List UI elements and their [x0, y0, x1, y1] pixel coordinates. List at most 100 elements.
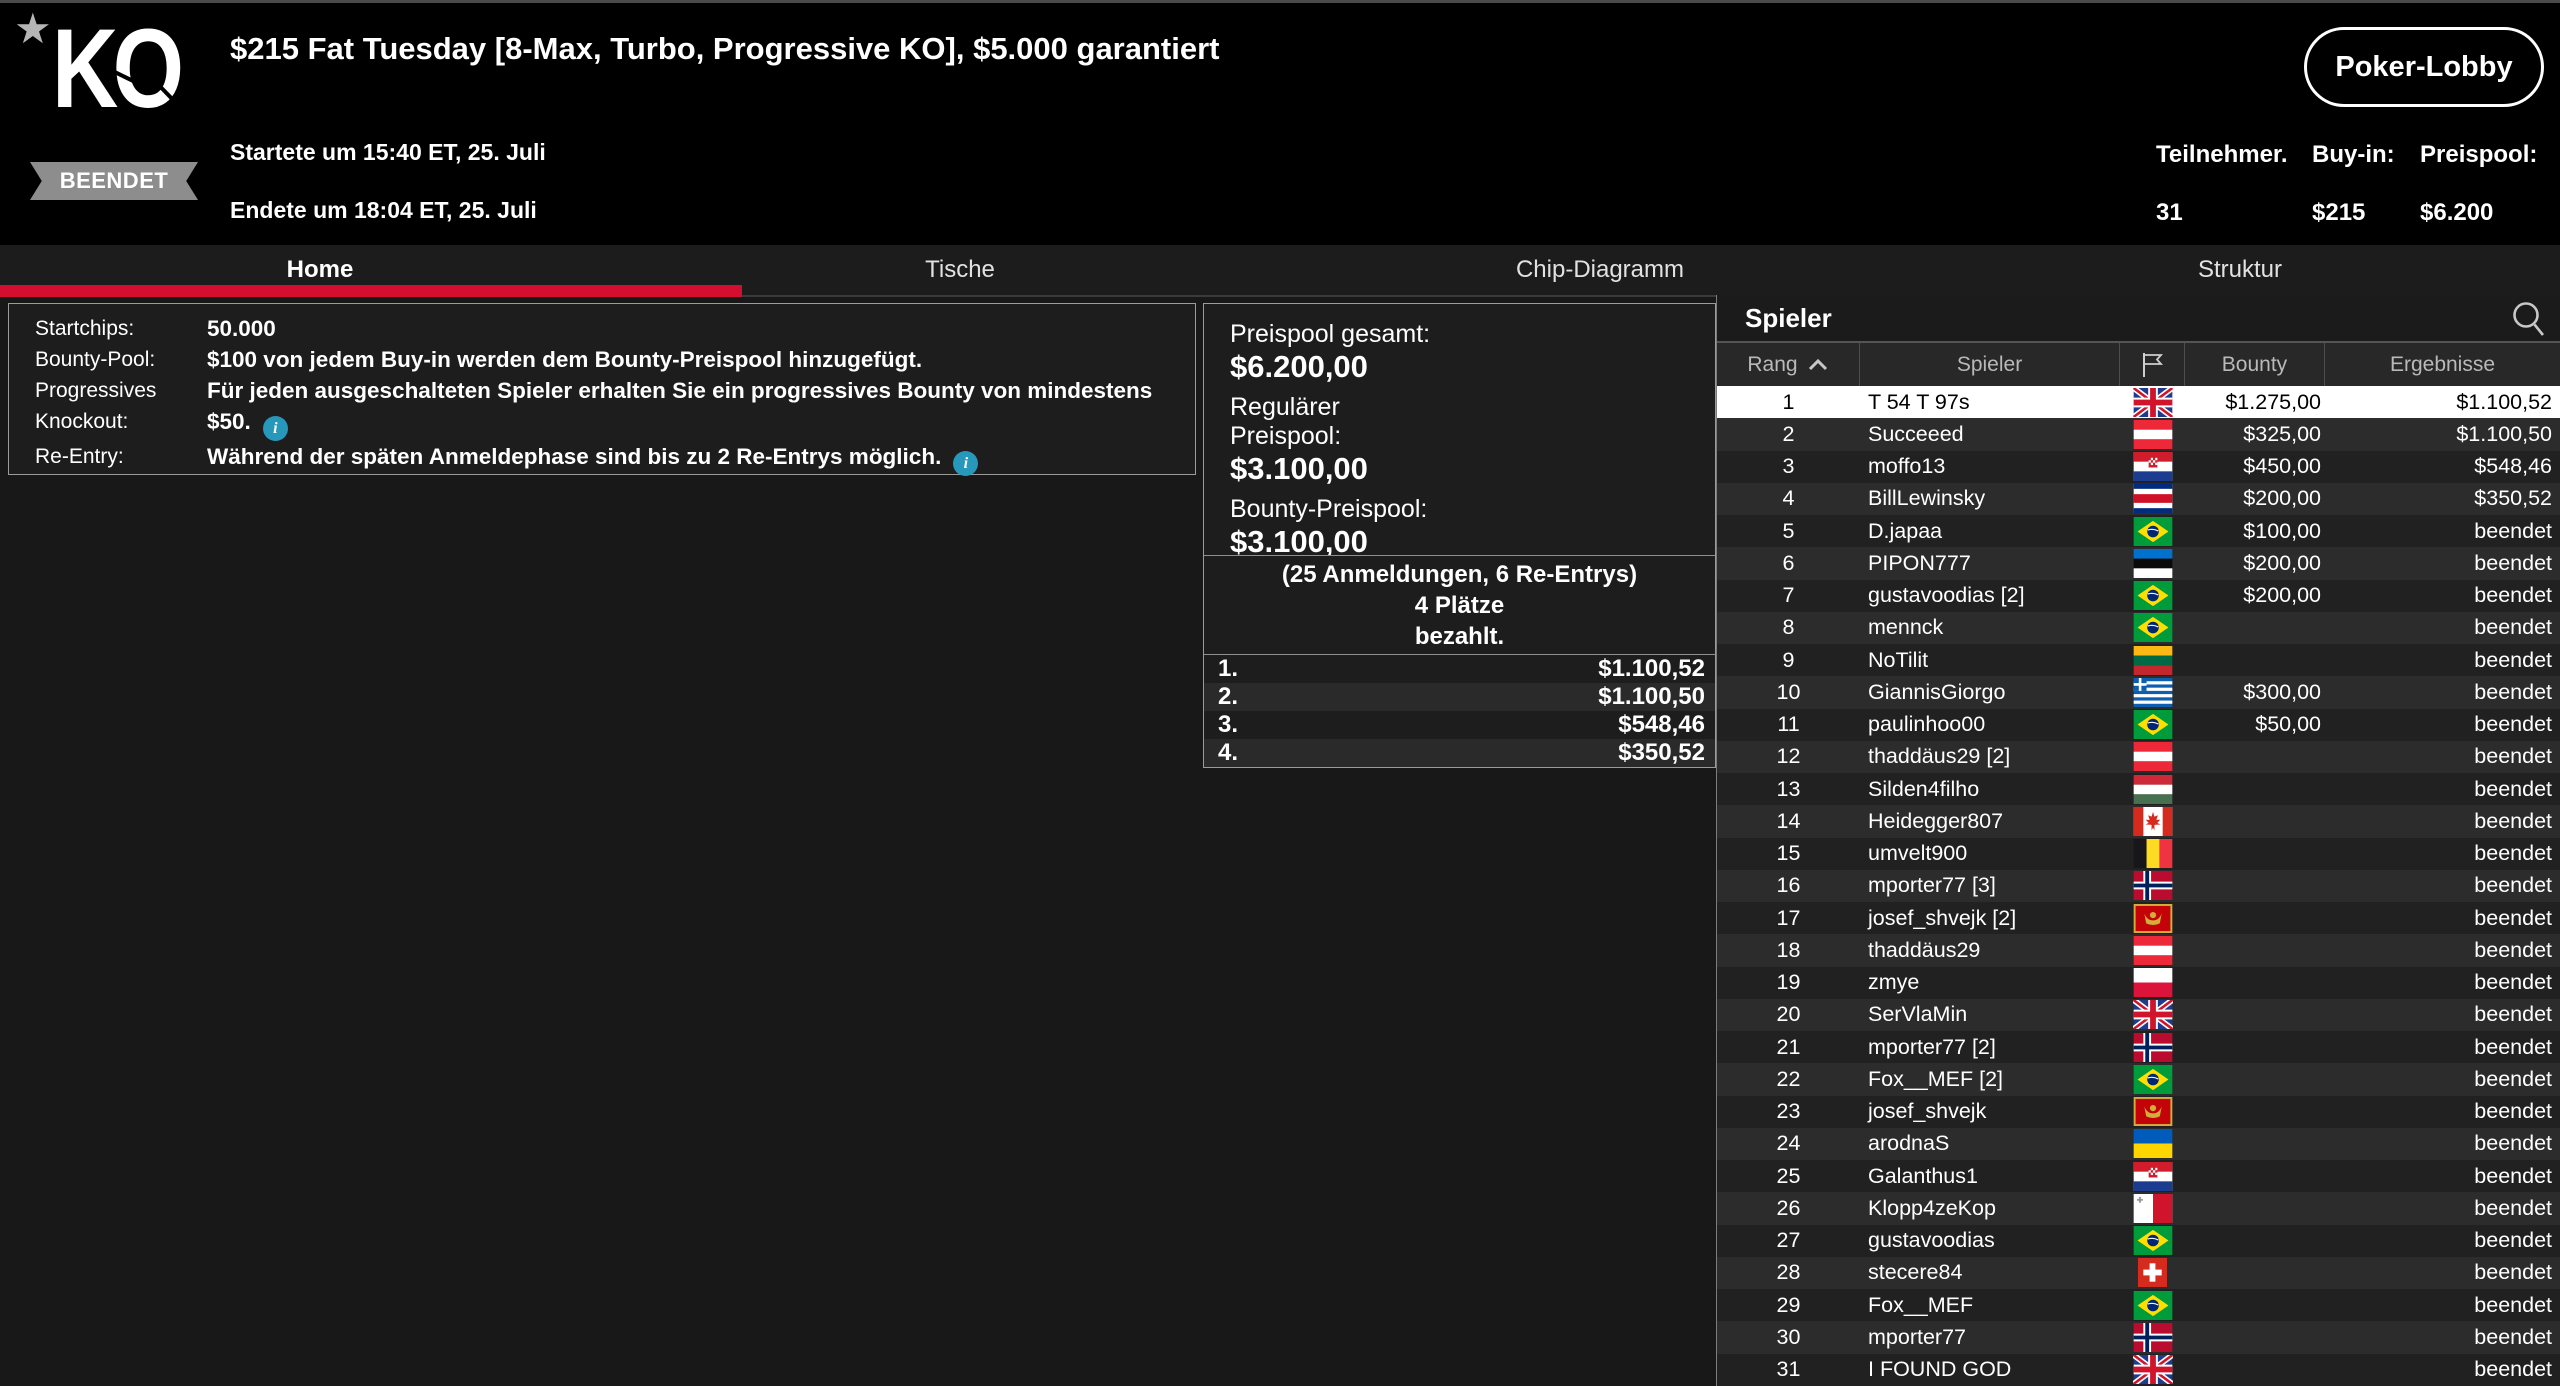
- player-result: beendet: [2474, 1002, 2552, 1027]
- table-row[interactable]: 16 mporter77 [3] beendet: [1717, 869, 2560, 902]
- table-row[interactable]: 10 GiannisGiorgo $300,00 beendet: [1717, 676, 2560, 709]
- player-bounty: $300,00: [2243, 679, 2321, 704]
- table-row[interactable]: 31 I FOUND GOD beendet: [1717, 1353, 2560, 1386]
- column-header-rank[interactable]: Rang: [1717, 343, 1860, 386]
- table-row[interactable]: 18 thaddäus29 beendet: [1717, 934, 2560, 967]
- player-rank: 30: [1776, 1324, 1801, 1349]
- player-bounty: [2185, 1321, 2325, 1353]
- stat-label: Preispool:: [2420, 141, 2538, 168]
- player-bounty: $100,00: [2243, 518, 2321, 543]
- tab-struktur[interactable]: Struktur: [1920, 245, 2560, 295]
- column-header-name[interactable]: Spieler: [1860, 343, 2120, 386]
- table-row[interactable]: 11 paulinhoo00 $50,00 beendet: [1717, 708, 2560, 741]
- player-bounty: [2185, 741, 2325, 773]
- table-row[interactable]: 8 mennck beendet: [1717, 611, 2560, 644]
- table-row[interactable]: 23 josef_shvejk beendet: [1717, 1095, 2560, 1128]
- player-result: beendet: [2474, 550, 2552, 575]
- player-bounty: [2185, 644, 2325, 676]
- player-name: arodnaS: [1868, 1131, 1950, 1156]
- payout-row: 1. $1.100,52: [1204, 655, 1715, 683]
- player-name: umvelt900: [1868, 841, 1968, 866]
- player-result: beendet: [2474, 873, 2552, 898]
- table-row[interactable]: 6 PIPON777 $200,00 beendet: [1717, 547, 2560, 580]
- flag-icon-lt: [2120, 644, 2185, 676]
- payout-place: 1.: [1218, 655, 1239, 682]
- table-row[interactable]: 27 gustavoodias beendet: [1717, 1224, 2560, 1257]
- table-row[interactable]: 13 Silden4filho beendet: [1717, 773, 2560, 806]
- table-row[interactable]: 22 Fox__MEF [2] beendet: [1717, 1063, 2560, 1096]
- table-row[interactable]: 3 moffo13 $450,00 $548,46: [1717, 450, 2560, 483]
- sort-asc-icon: [1807, 353, 1829, 377]
- player-result: beendet: [2474, 1292, 2552, 1317]
- player-bounty: $1.275,00: [2225, 389, 2321, 414]
- header-stat-teilnehmer: Teilnehmer. 31: [2156, 141, 2288, 227]
- tab-chip-diagramm[interactable]: Chip-Diagramm: [1280, 245, 1920, 295]
- table-row[interactable]: 12 thaddäus29 [2] beendet: [1717, 740, 2560, 773]
- table-row[interactable]: 25 Galanthus1 beendet: [1717, 1160, 2560, 1193]
- prize-pool-item: Bounty-Preispool: $3.100,00: [1230, 495, 1715, 555]
- payout-amount: $548,46: [1618, 711, 1705, 738]
- player-name: D.japaa: [1868, 518, 1943, 543]
- table-row[interactable]: 1 T 54 T 97s $1.275,00 $1.100,52: [1717, 386, 2560, 419]
- table-row[interactable]: 5 D.japaa $100,00 beendet: [1717, 515, 2560, 548]
- player-rank: 17: [1776, 905, 1801, 930]
- table-row[interactable]: 21 mporter77 [2] beendet: [1717, 1031, 2560, 1064]
- table-row[interactable]: 26 Klopp4zeKop beendet: [1717, 1192, 2560, 1225]
- player-rank: 4: [1782, 486, 1795, 511]
- player-bounty: [2185, 773, 2325, 805]
- flag-icon-ca: [2120, 805, 2185, 837]
- player-name: mporter77 [2]: [1868, 1034, 1996, 1059]
- table-row[interactable]: 19 zmye beendet: [1717, 966, 2560, 999]
- flag-icon-be: [2120, 838, 2185, 870]
- column-header-flag[interactable]: [2120, 343, 2185, 386]
- flag-icon-ee: [2120, 547, 2185, 579]
- table-row[interactable]: 9 NoTilit beendet: [1717, 644, 2560, 677]
- flag-icon-br: [2120, 1225, 2185, 1257]
- flag-icon-gb: [2120, 1354, 2185, 1386]
- flag-icon-br: [2120, 1289, 2185, 1321]
- table-row[interactable]: 29 Fox__MEF beendet: [1717, 1289, 2560, 1322]
- active-tab-underline: [0, 285, 742, 297]
- player-result: beendet: [2474, 1099, 2552, 1124]
- player-rank: 26: [1776, 1195, 1801, 1220]
- favorite-star-icon[interactable]: ★: [14, 3, 52, 55]
- player-bounty: [2185, 805, 2325, 837]
- table-row[interactable]: 2 Succeeed $325,00 $1.100,50: [1717, 418, 2560, 451]
- table-row[interactable]: 28 stecere84 beendet: [1717, 1256, 2560, 1289]
- player-name: zmye: [1868, 970, 1920, 995]
- player-bounty: [2185, 1289, 2325, 1321]
- player-name: SerVlaMin: [1868, 1002, 1968, 1027]
- player-result: beendet: [2474, 712, 2552, 737]
- info-row-value: Während der späten Anmeldephase sind bis…: [207, 441, 979, 476]
- player-rank: 2: [1782, 421, 1795, 446]
- stat-label: Buy-in:: [2312, 141, 2395, 168]
- table-row[interactable]: 17 josef_shvejk [2] beendet: [1717, 902, 2560, 935]
- search-icon[interactable]: [2510, 300, 2548, 347]
- player-result: beendet: [2474, 1324, 2552, 1349]
- player-bounty: [2185, 838, 2325, 870]
- table-row[interactable]: 14 Heidegger807 beendet: [1717, 805, 2560, 838]
- player-name: I FOUND GOD: [1868, 1357, 2012, 1382]
- info-icon[interactable]: i: [953, 451, 979, 476]
- table-row[interactable]: 20 SerVlaMin beendet: [1717, 998, 2560, 1031]
- table-row[interactable]: 24 arodnaS beendet: [1717, 1127, 2560, 1160]
- poker-lobby-button[interactable]: Poker-Lobby: [2304, 27, 2544, 107]
- player-rank: 23: [1776, 1099, 1801, 1124]
- flag-icon-gb: [2120, 999, 2185, 1031]
- player-result: beendet: [2474, 808, 2552, 833]
- player-rank: 21: [1776, 1034, 1801, 1059]
- table-row[interactable]: 7 gustavoodias [2] $200,00 beendet: [1717, 579, 2560, 612]
- column-header-result[interactable]: Ergebnisse: [2325, 343, 2560, 386]
- info-icon[interactable]: i: [262, 416, 288, 441]
- table-row[interactable]: 4 BillLewinsky $200,00 $350,52: [1717, 482, 2560, 515]
- table-row[interactable]: 30 mporter77 beendet: [1717, 1321, 2560, 1354]
- column-header-bounty[interactable]: Bounty: [2185, 343, 2325, 386]
- player-name: gustavoodias: [1868, 1228, 1995, 1253]
- stat-value: $6.200: [2420, 199, 2494, 226]
- status-badge: BEENDET: [30, 162, 198, 200]
- player-bounty: [2185, 870, 2325, 902]
- info-row: Bounty-Pool: $100 von jedem Buy-in werden…: [35, 344, 1195, 375]
- table-row[interactable]: 15 umvelt900 beendet: [1717, 837, 2560, 870]
- end-time: Endete um 18:04 ET, 25. Juli: [230, 197, 537, 223]
- player-rank: 5: [1782, 518, 1795, 543]
